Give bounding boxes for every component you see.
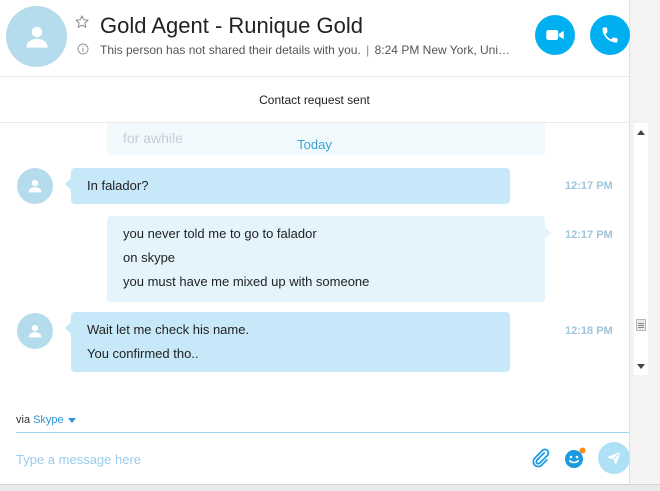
message-avatar[interactable] bbox=[17, 313, 53, 349]
scroll-up-arrow-icon[interactable] bbox=[637, 130, 645, 135]
attach-file-button[interactable] bbox=[528, 446, 552, 470]
favorite-star-icon[interactable] bbox=[74, 14, 90, 30]
message-timestamp: 12:17 PM bbox=[565, 229, 613, 241]
message-input[interactable] bbox=[16, 448, 516, 470]
video-camera-icon bbox=[546, 29, 564, 41]
scrollbar-thumb[interactable] bbox=[636, 319, 646, 331]
message-text: Wait let me check his name. bbox=[87, 322, 250, 337]
phone-icon bbox=[602, 27, 618, 43]
message-timestamp: 12:18 PM bbox=[565, 325, 613, 337]
message-text: You confirmed tho.. bbox=[87, 346, 199, 361]
message-text: you never told me to go to falador bbox=[123, 226, 317, 241]
window-frame-bottom bbox=[0, 484, 660, 491]
conversation-scrollbar[interactable] bbox=[634, 123, 648, 375]
contact-avatar[interactable] bbox=[6, 6, 67, 67]
compose-divider bbox=[16, 432, 629, 433]
person-icon bbox=[25, 26, 48, 48]
send-via-selector[interactable]: via Skype bbox=[16, 414, 76, 426]
person-icon bbox=[28, 324, 42, 338]
message-bubble-incoming[interactable]: In falador? bbox=[65, 168, 510, 204]
day-separator: Today bbox=[297, 137, 332, 152]
message-text: on skype bbox=[123, 250, 176, 265]
paperclip-icon bbox=[532, 448, 550, 468]
message-text: In falador? bbox=[87, 178, 149, 193]
contact-local-time: 8:24 PM New York, Unite... bbox=[374, 43, 512, 57]
status-separator: | bbox=[366, 43, 370, 57]
conversation-header: Gold Agent - Runique Gold This person ha… bbox=[0, 0, 630, 76]
message-timestamp: 12:17 PM bbox=[565, 180, 613, 192]
contact-status-line: This person has not shared their details… bbox=[100, 43, 512, 57]
message-text: you must have me mixed up with someone bbox=[123, 274, 370, 289]
emoticon-button[interactable] bbox=[563, 446, 587, 470]
person-icon bbox=[28, 179, 42, 193]
contact-request-text: Contact request sent bbox=[259, 93, 370, 107]
contact-status-message: This person has not shared their details… bbox=[100, 43, 361, 57]
via-service-link[interactable]: Skype bbox=[33, 414, 64, 426]
chevron-down-icon[interactable] bbox=[67, 417, 76, 423]
message-bubble-outgoing[interactable]: you never told me to go to falador on sk… bbox=[107, 216, 551, 302]
contact-name[interactable]: Gold Agent - Runique Gold bbox=[100, 13, 363, 39]
via-label: via bbox=[16, 414, 31, 426]
message-avatar[interactable] bbox=[17, 168, 53, 204]
conversation-history[interactable]: for awhile Today In falador? 12:17 PM yo… bbox=[0, 123, 629, 375]
message-bubble-incoming[interactable]: Wait let me check his name. You confirme… bbox=[65, 312, 510, 372]
scroll-down-arrow-icon[interactable] bbox=[637, 364, 645, 369]
info-icon bbox=[77, 43, 89, 55]
send-arrow-icon bbox=[606, 450, 622, 466]
contact-request-banner: Contact request sent bbox=[0, 77, 629, 123]
audio-call-button[interactable] bbox=[590, 15, 630, 55]
smiley-icon bbox=[565, 447, 586, 468]
send-message-button[interactable] bbox=[598, 442, 630, 474]
video-call-button[interactable] bbox=[535, 15, 575, 55]
